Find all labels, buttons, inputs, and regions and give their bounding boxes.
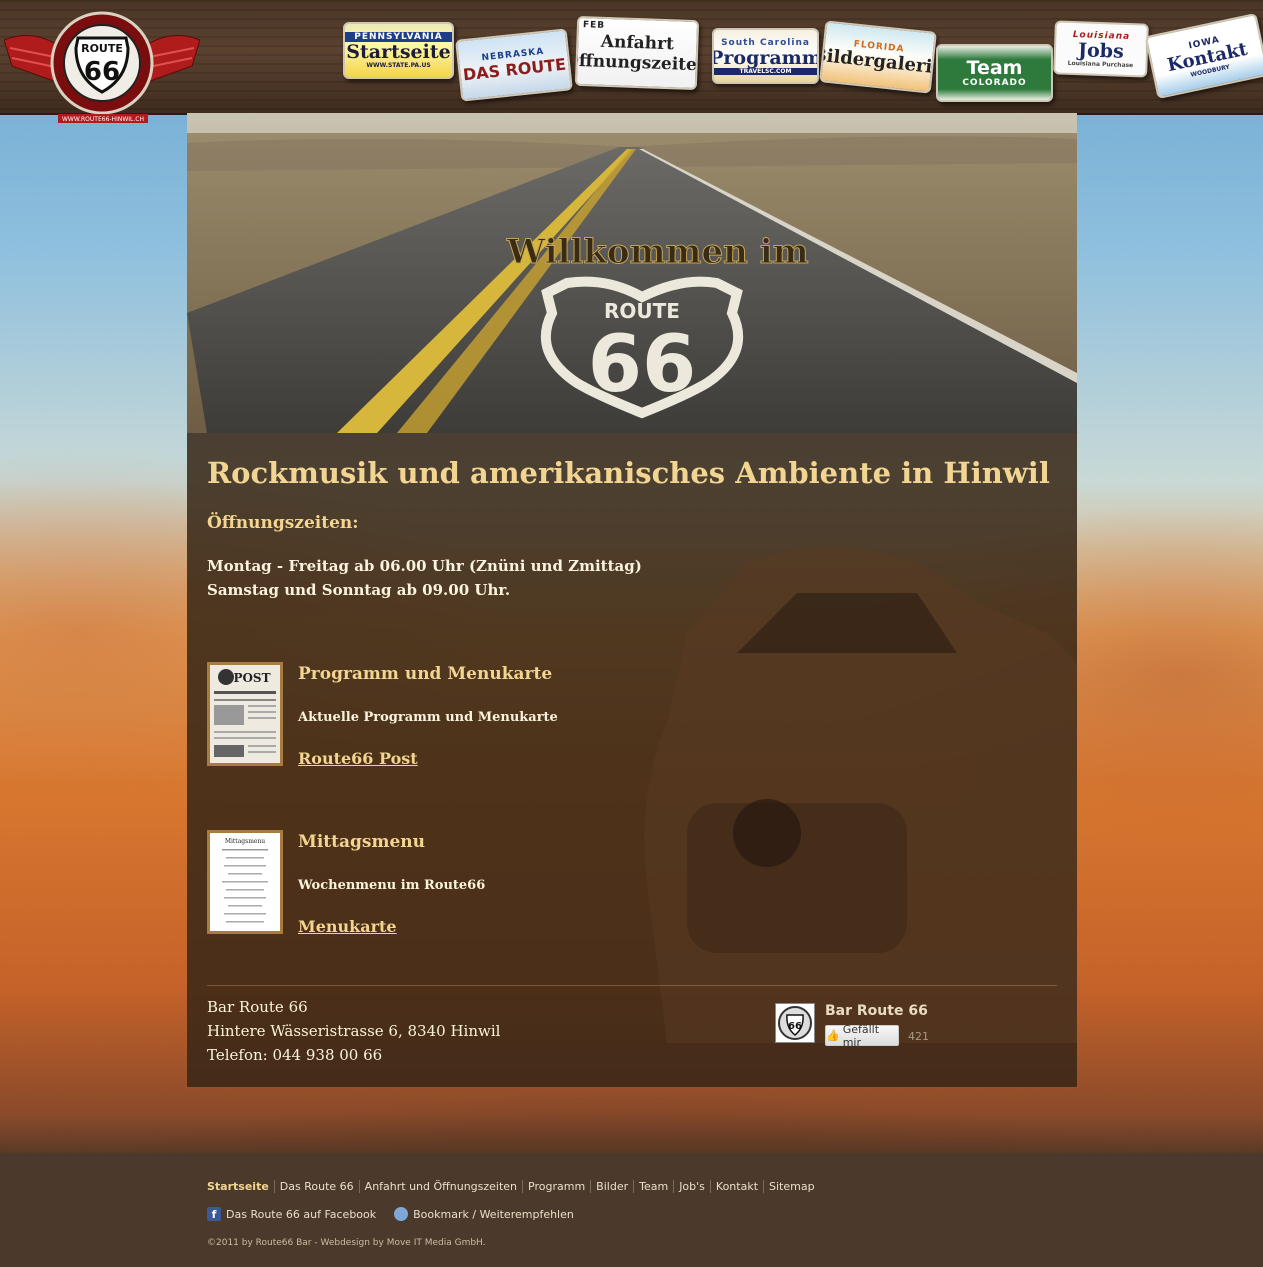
plate-state: FEB bbox=[582, 20, 606, 31]
facebook-icon: f bbox=[207, 1207, 221, 1221]
copyright: ©2011 by Route66 Bar - Webdesign by Move… bbox=[207, 1238, 486, 1248]
teaser-description: Aktuelle Programm und Menukarte bbox=[298, 710, 558, 725]
teaser-mittagsmenu: Mittagsmenu Mittagsmenu Wochenmenu im Ro… bbox=[207, 830, 807, 950]
facebook-link[interactable]: f Das Route 66 auf Facebook bbox=[207, 1207, 376, 1221]
nav-das-route[interactable]: NEBRASKA DAS ROUTE bbox=[455, 28, 573, 102]
nav-label: Team bbox=[966, 57, 1023, 79]
thumbs-up-icon: 👍 bbox=[826, 1029, 840, 1042]
page-headline: Rockmusik und amerikanisches Ambiente in… bbox=[207, 456, 1050, 490]
main-content: Willkommen im ROUTE 66 Rockmusik und ame… bbox=[187, 113, 1077, 1087]
plate-state: COLORADO bbox=[962, 78, 1027, 88]
footer-link-das-route[interactable]: Das Route 66 bbox=[273, 1180, 359, 1193]
programm-thumbnail[interactable]: POST bbox=[207, 662, 283, 766]
nav-team[interactable]: Team COLORADO bbox=[936, 44, 1053, 102]
thumb-post-title: POST bbox=[233, 671, 270, 685]
teaser-title: Programm und Menukarte bbox=[298, 664, 553, 684]
teaser-title: Mittagsmenu bbox=[298, 832, 425, 852]
nav-label: Anfahrt Öffnungszeiten bbox=[574, 31, 700, 76]
hero-sign-number: 66 bbox=[588, 320, 697, 410]
mittagsmenu-thumbnail[interactable]: Mittagsmenu bbox=[207, 830, 283, 934]
footer-link-jobs[interactable]: Job's bbox=[673, 1180, 710, 1193]
footer-link-bilder[interactable]: Bilder bbox=[590, 1180, 633, 1193]
facebook-like-button[interactable]: 👍 Gefällt mir bbox=[825, 1022, 899, 1049]
footer-social-links: f Das Route 66 auf Facebook Bookmark / W… bbox=[207, 1207, 574, 1221]
plate-state: South Carolina bbox=[721, 37, 810, 48]
bookmark-link[interactable]: Bookmark / Weiterempfehlen bbox=[394, 1207, 574, 1221]
plate-small: TRAVELSC.COM bbox=[714, 67, 817, 75]
address-phone: Telefon: 044 938 00 66 bbox=[207, 1046, 383, 1064]
footer-link-team[interactable]: Team bbox=[633, 1180, 673, 1193]
header: ROUTE 66 WWW.ROUTE66-HINWIL.CH PENNSYLVA… bbox=[0, 0, 1263, 123]
address-block: Bar Route 66 Hintere Wässeristrasse 6, 8… bbox=[207, 995, 500, 1067]
plate-small: Louisiana Purchase bbox=[1067, 59, 1134, 69]
footer-link-programm[interactable]: Programm bbox=[522, 1180, 590, 1193]
nav-label: Programm bbox=[712, 46, 819, 69]
thumb-menu-title: Mittagsmenu bbox=[225, 838, 265, 845]
nav-jobs[interactable]: Louisiana Jobs Louisiana Purchase bbox=[1053, 20, 1149, 78]
facebook-page-name[interactable]: Bar Route 66 bbox=[825, 1003, 928, 1019]
footer-link-sitemap[interactable]: Sitemap bbox=[763, 1180, 820, 1193]
nav-label: Startseite bbox=[346, 41, 451, 63]
footer-link-kontakt[interactable]: Kontakt bbox=[709, 1180, 763, 1193]
bookmark-link-label: Bookmark / Weiterempfehlen bbox=[413, 1207, 574, 1221]
nav-anfahrt[interactable]: FEB Anfahrt Öffnungszeiten bbox=[574, 15, 700, 91]
bookmark-icon bbox=[394, 1207, 409, 1221]
footer-link-anfahrt[interactable]: Anfahrt und Öffnungszeiten bbox=[358, 1180, 522, 1193]
footer-nav: Startseite Das Route 66 Anfahrt und Öffn… bbox=[207, 1180, 820, 1193]
address-street: Hintere Wässeristrasse 6, 8340 Hinwil bbox=[207, 1022, 501, 1040]
nav-label: Jobs bbox=[1077, 38, 1125, 63]
svg-text:66: 66 bbox=[788, 1021, 802, 1032]
like-label: Gefällt mir bbox=[842, 1022, 880, 1049]
hours-title: Öffnungszeiten: bbox=[207, 513, 359, 533]
facebook-link-label: Das Route 66 auf Facebook bbox=[226, 1207, 377, 1221]
hero-welcome-text: Willkommen im bbox=[506, 232, 809, 272]
teaser-programm: POST Programm und Menukarte Aktuelle Pro… bbox=[207, 662, 807, 782]
address-name: Bar Route 66 bbox=[207, 998, 308, 1016]
nav-label: DAS ROUTE bbox=[461, 54, 567, 85]
logo-url: WWW.ROUTE66-HINWIL.CH bbox=[62, 116, 144, 123]
teaser-description: Wochenmenu im Route66 bbox=[298, 878, 486, 893]
hours-weekend: Samstag und Sonntag ab 09.00 Uhr. bbox=[207, 581, 511, 599]
content-divider bbox=[207, 985, 1057, 986]
route66-post-link[interactable]: Route66 Post bbox=[298, 749, 418, 768]
facebook-avatar[interactable]: 66 bbox=[775, 1003, 815, 1043]
footer: Startseite Das Route 66 Anfahrt und Öffn… bbox=[0, 1153, 1263, 1267]
nav-label: Bildergalerie bbox=[819, 44, 937, 79]
like-count: 421 bbox=[908, 1030, 929, 1043]
menukarte-link[interactable]: Menukarte bbox=[298, 917, 397, 936]
opening-hours: Montag - Freitag ab 06.00 Uhr (Znüni und… bbox=[207, 554, 642, 602]
logo-route-text: ROUTE bbox=[81, 42, 123, 55]
hero-banner: Willkommen im ROUTE 66 bbox=[187, 113, 1077, 433]
nav-startseite[interactable]: PENNSYLVANIA Startseite WWW.STATE.PA.US bbox=[343, 22, 454, 79]
nav-programm[interactable]: South Carolina Programm TRAVELSC.COM bbox=[712, 28, 819, 84]
logo-number-text: 66 bbox=[84, 57, 120, 87]
route66-logo[interactable]: ROUTE 66 WWW.ROUTE66-HINWIL.CH bbox=[3, 8, 201, 126]
nav-kontakt[interactable]: IOWA Kontakt WOODBURY bbox=[1144, 12, 1263, 100]
plate-small: WWW.STATE.PA.US bbox=[366, 62, 431, 69]
footer-link-startseite[interactable]: Startseite bbox=[207, 1180, 274, 1193]
facebook-like-box: 66 Bar Route 66 👍 Gefällt mir 421 bbox=[775, 1003, 975, 1053]
nav-bildergalerie[interactable]: FLORIDA Bildergalerie bbox=[819, 20, 937, 94]
hours-weekdays: Montag - Freitag ab 06.00 Uhr (Znüni und… bbox=[207, 557, 642, 575]
